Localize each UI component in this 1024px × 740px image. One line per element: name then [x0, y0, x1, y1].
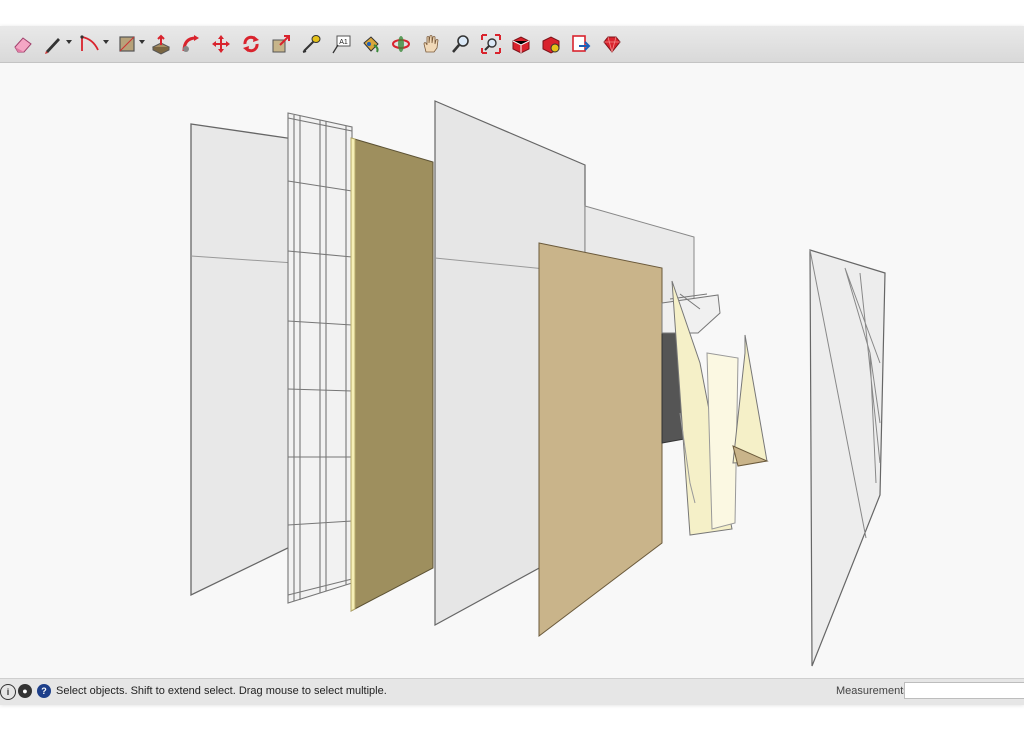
help-icon[interactable]: ? — [37, 684, 51, 698]
move-icon[interactable] — [208, 31, 234, 57]
cream-fin-panel-2 — [706, 352, 739, 530]
status-bar: i ● ? Select objects. Shift to extend se… — [0, 678, 1024, 705]
faceted-panel — [809, 249, 886, 667]
rectangle-icon[interactable] — [114, 31, 140, 57]
rotate-icon[interactable] — [238, 31, 264, 57]
user-icon[interactable]: ● — [18, 684, 32, 698]
sketchup-window: A1 i ● ? Select objects. Shift to extend… — [0, 26, 1024, 705]
paint-bucket-icon[interactable] — [358, 31, 384, 57]
pencil-icon[interactable] — [40, 31, 66, 57]
send-to-layout-icon[interactable] — [568, 31, 594, 57]
warehouse-icon[interactable] — [508, 31, 534, 57]
status-message: Select objects. Shift to extend select. … — [56, 685, 387, 697]
measurements-input[interactable] — [904, 682, 1024, 699]
info-icon[interactable]: i — [0, 684, 16, 700]
stud-frame — [287, 112, 353, 604]
exploded-wall-model[interactable] — [0, 63, 1024, 678]
model-viewport[interactable] — [0, 63, 1024, 678]
scale-icon[interactable] — [268, 31, 294, 57]
toolbar: A1 — [0, 26, 1024, 63]
push-pull-icon[interactable] — [148, 31, 174, 57]
arc-icon[interactable] — [77, 31, 103, 57]
chevron-down-icon[interactable] — [103, 39, 109, 45]
drywall-panel-front — [190, 123, 295, 597]
zoom-icon[interactable] — [448, 31, 474, 57]
cladding-panel — [538, 242, 663, 638]
cream-fin-panel-3 — [732, 334, 768, 464]
tape-measure-icon[interactable] — [298, 31, 324, 57]
orbit-icon[interactable] — [388, 31, 414, 57]
pan-icon[interactable] — [418, 31, 444, 57]
ruby-console-icon[interactable] — [598, 31, 624, 57]
text-icon[interactable]: A1 — [328, 31, 354, 57]
follow-me-icon[interactable] — [178, 31, 204, 57]
osb-panel — [350, 137, 434, 612]
eraser-icon[interactable] — [10, 31, 36, 57]
text-tool-glyph: A1 — [339, 39, 348, 46]
extension-warehouse-icon[interactable] — [538, 31, 564, 57]
measurements-label: Measurements — [836, 685, 909, 697]
chevron-down-icon[interactable] — [66, 39, 72, 45]
zoom-extents-icon[interactable] — [478, 31, 504, 57]
chevron-down-icon[interactable] — [139, 39, 145, 45]
